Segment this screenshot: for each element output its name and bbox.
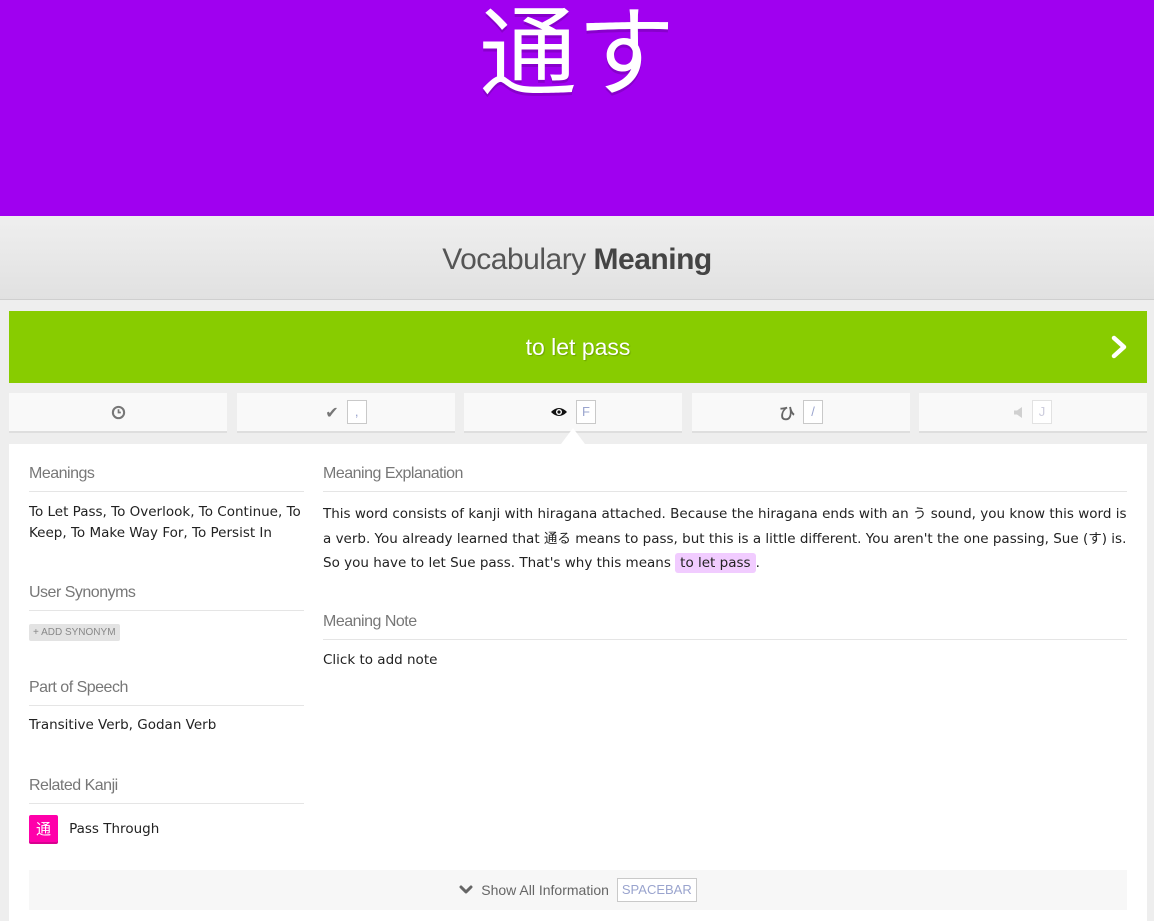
show-all-information-button[interactable]: Show All Information SPACEBAR: [29, 870, 1127, 910]
chevron-down-icon: [459, 885, 473, 894]
related-kanji-meaning[interactable]: Pass Through: [69, 821, 159, 837]
lesson-items-button[interactable]: ✔ ,: [237, 393, 455, 433]
eye-icon: [551, 408, 567, 416]
active-tab-pointer: [561, 428, 585, 444]
meaning-note-field[interactable]: Click to add note: [323, 650, 1127, 671]
audio-button[interactable]: J: [919, 393, 1147, 433]
related-kanji-heading: Related Kanji: [29, 777, 304, 804]
explanation-text-after: .: [755, 555, 760, 571]
meaning-note-heading: Meaning Note: [323, 613, 1127, 640]
item-info-button[interactable]: F: [464, 393, 682, 433]
vocabulary-characters: 通す: [478, 0, 675, 111]
clock-icon: [111, 405, 125, 419]
part-of-speech-heading: Part of Speech: [29, 679, 304, 706]
character-header: 通す: [0, 0, 1154, 216]
answer-field[interactable]: to let pass: [9, 311, 1147, 383]
meaning-explanation-heading: Meaning Explanation: [323, 465, 1127, 492]
meaning-explanation-section: Meaning Explanation This word consists o…: [323, 465, 1127, 576]
answer-input-value[interactable]: to let pass: [9, 311, 1147, 383]
meaning-explanation-text: This word consists of kanji with hiragan…: [323, 502, 1127, 576]
related-kanji-section: Related Kanji 通 Pass Through: [29, 777, 304, 844]
user-synonyms-section: User Synonyms + ADD SYNONYM: [29, 584, 304, 641]
question-kind-word: Meaning: [593, 243, 713, 276]
shortcut-key-spacebar: SPACEBAR: [616, 878, 697, 902]
hiragana-icon: ひ: [778, 404, 795, 423]
meaning-highlight: to let pass: [675, 553, 756, 573]
part-of-speech-text: Transitive Verb, Godan Verb: [29, 717, 217, 733]
add-synonym-button[interactable]: + ADD SYNONYM: [29, 624, 120, 641]
shortcut-key-f: F: [576, 400, 596, 424]
last-items-button[interactable]: [9, 393, 227, 433]
question-type-word: Vocabulary: [442, 243, 586, 276]
related-kanji-item[interactable]: 通 Pass Through: [29, 815, 304, 844]
question-type-bar: Vocabulary Meaning: [0, 216, 1154, 300]
question-type-label: Vocabulary Meaning: [442, 243, 713, 276]
shortcut-key-comma: ,: [346, 400, 367, 424]
kanji-chip[interactable]: 通: [29, 815, 58, 844]
audio-icon: [1014, 406, 1022, 418]
shortcut-key-slash: /: [803, 400, 823, 424]
part-of-speech-section: Part of Speech Transitive Verb, Godan Ve…: [29, 679, 304, 736]
kana-chart-button[interactable]: ひ /: [692, 393, 910, 433]
user-synonyms-heading: User Synonyms: [29, 584, 304, 611]
chevron-right-icon[interactable]: [1105, 333, 1133, 361]
meanings-text: To Let Pass, To Overlook, To Continue, T…: [29, 504, 301, 541]
meaning-note-section: Meaning Note Click to add note: [323, 613, 1127, 671]
show-all-label: Show All Information: [481, 882, 609, 898]
item-info-panel: Meanings To Let Pass, To Overlook, To Co…: [9, 444, 1147, 921]
check-icon: ✔: [325, 402, 339, 422]
meanings-heading: Meanings: [29, 465, 304, 492]
meanings-section: Meanings To Let Pass, To Overlook, To Co…: [29, 465, 304, 544]
shortcut-key-j: J: [1032, 400, 1052, 424]
